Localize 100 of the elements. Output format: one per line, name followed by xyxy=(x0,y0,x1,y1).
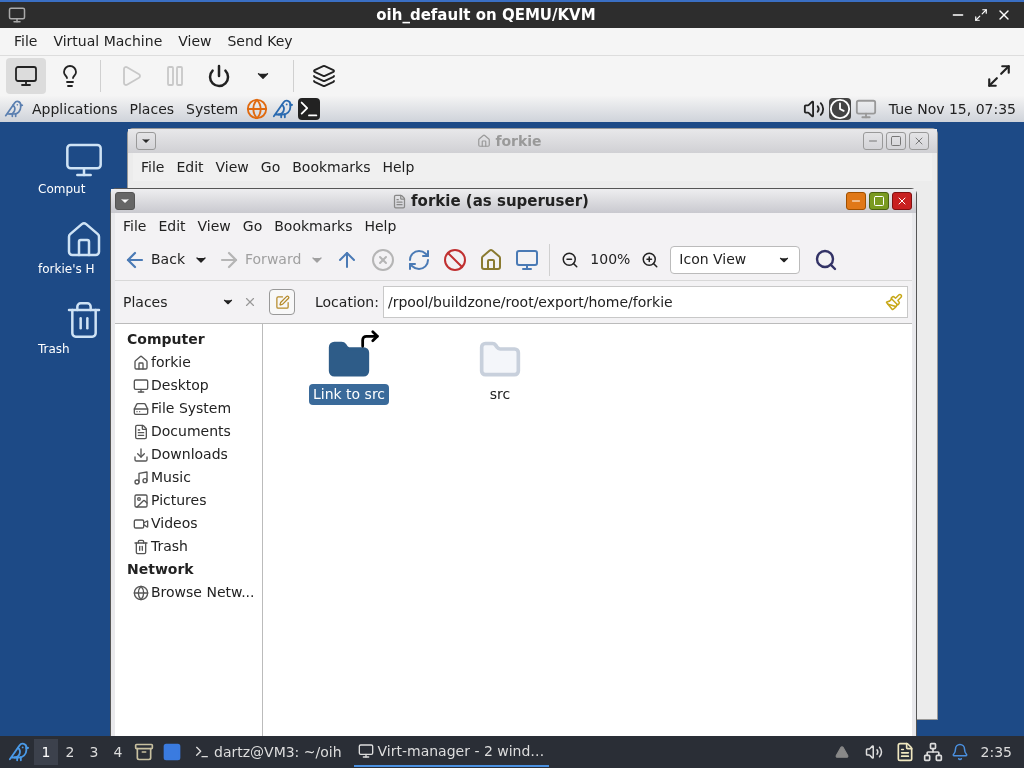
maximize-icon[interactable] xyxy=(974,8,988,22)
sidebar-item[interactable]: File System xyxy=(127,397,262,420)
distro-logo-icon[interactable] xyxy=(4,99,24,119)
back-button[interactable]: Back xyxy=(119,243,189,276)
x-circle-icon xyxy=(371,247,396,272)
volume-icon[interactable] xyxy=(802,98,825,120)
sidebar-heading: Network xyxy=(127,560,195,579)
drive-icon xyxy=(133,400,149,417)
sidebar-item[interactable]: Browse Netw... xyxy=(127,581,262,604)
home-icon xyxy=(477,134,492,148)
zoom-level: 100% xyxy=(589,250,632,269)
sidebar-item[interactable]: Trash xyxy=(127,535,262,558)
trash-icon xyxy=(133,538,149,555)
maximize-icon xyxy=(890,135,902,147)
file-manager-icon[interactable] xyxy=(134,742,154,762)
maximize-icon xyxy=(873,195,885,207)
sidebar-mode-dropdown[interactable]: Places xyxy=(123,291,243,313)
location-label: Location: xyxy=(315,292,379,312)
sidebar-item[interactable]: Music xyxy=(127,466,262,489)
power-icon xyxy=(207,64,231,88)
workspace-button[interactable]: 4 xyxy=(106,739,130,765)
menu-item[interactable]: Go xyxy=(238,215,267,237)
menu-item[interactable]: Bookmarks xyxy=(270,215,357,237)
terminal-icon[interactable] xyxy=(298,98,321,120)
menu-item[interactable]: File xyxy=(8,31,44,52)
menu-item[interactable]: Bookmarks xyxy=(288,156,375,178)
close-sidebar-icon[interactable] xyxy=(243,295,257,309)
document-icon xyxy=(392,193,408,209)
app-icon xyxy=(8,6,26,24)
menu-item[interactable]: File xyxy=(137,156,169,178)
tray-expand-icon[interactable] xyxy=(834,745,849,759)
menu-item[interactable]: View xyxy=(193,215,235,237)
workspace-button[interactable]: 2 xyxy=(58,739,82,765)
music-icon xyxy=(133,469,149,486)
sidebar-item[interactable]: Desktop xyxy=(127,374,262,397)
minimize-button[interactable] xyxy=(846,192,866,210)
browser-icon[interactable] xyxy=(246,98,269,120)
documents-icon xyxy=(133,423,149,440)
sidebar-item[interactable]: Downloads xyxy=(127,443,262,466)
sidebar-item[interactable]: forkie xyxy=(127,351,262,374)
fullscreen-icon[interactable] xyxy=(986,63,1012,89)
sidebar-item[interactable]: Documents xyxy=(127,420,262,443)
window-title: oih_default on QEMU/KVM xyxy=(375,4,597,26)
desktop-icon-label[interactable]: Comput xyxy=(38,180,86,198)
menu-item[interactable]: View xyxy=(172,31,218,52)
zoom-out-icon xyxy=(561,250,580,269)
menu-item[interactable]: Send Key xyxy=(221,31,299,52)
menu-item[interactable]: Edit xyxy=(154,215,190,237)
desktop-icon-label[interactable]: forkie's H xyxy=(38,260,95,278)
task-button[interactable]: Virt-manager - 2 wind… xyxy=(353,737,549,767)
sidebar-item[interactable]: Pictures xyxy=(127,489,262,512)
network-icon xyxy=(133,584,149,601)
location-toggle-button[interactable] xyxy=(269,289,295,315)
mail-client-icon[interactable] xyxy=(272,98,295,120)
taskbar-clock[interactable]: 2:35 xyxy=(980,741,1012,763)
volume-icon[interactable] xyxy=(864,743,883,761)
workspace-button[interactable]: 3 xyxy=(82,739,106,765)
task-button[interactable]: dartz@VM3: ~/oih xyxy=(190,737,346,767)
folder[interactable]: src xyxy=(462,332,538,405)
folder-shortcut[interactable]: Link to src xyxy=(311,332,387,405)
panel-clock[interactable]: Tue Nov 15, 07:35 xyxy=(888,98,1016,120)
downloads-icon xyxy=(133,446,149,463)
window-menu-button[interactable] xyxy=(136,132,156,150)
pictures-icon xyxy=(133,492,149,509)
no-entry-icon xyxy=(443,247,468,272)
close-button[interactable] xyxy=(892,192,912,210)
notification-icon[interactable] xyxy=(950,743,969,761)
pencil-icon xyxy=(274,294,290,310)
close-icon xyxy=(896,195,908,207)
maximize-button[interactable] xyxy=(869,192,889,210)
menu-item[interactable]: Go xyxy=(256,156,285,178)
view-mode-dropdown[interactable]: Icon View xyxy=(670,245,801,274)
menu-item[interactable]: Edit xyxy=(172,156,208,178)
menu-item[interactable]: Help xyxy=(360,215,401,237)
link-arrow-icon xyxy=(359,328,381,350)
zoom-in-icon xyxy=(641,250,660,269)
desktop-icon-label[interactable]: Trash xyxy=(38,340,70,358)
clock-icon[interactable] xyxy=(828,98,851,120)
start-menu-icon[interactable] xyxy=(8,741,30,763)
window-menu-button[interactable] xyxy=(115,192,135,210)
window-icon[interactable] xyxy=(162,742,182,762)
workspace-button[interactable]: 1 xyxy=(34,739,58,765)
menu-item[interactable]: View xyxy=(211,156,253,178)
menu-item[interactable]: Help xyxy=(378,156,419,178)
maximize-button[interactable] xyxy=(886,132,906,150)
monitor-icon xyxy=(357,743,374,759)
console-button[interactable] xyxy=(6,58,46,94)
sidebar-heading: Computer xyxy=(127,330,206,349)
location-field[interactable]: /rpool/buildzone/root/export/home/forkie xyxy=(382,286,908,318)
panel-menu[interactable]: Places xyxy=(125,98,179,120)
menu-item[interactable]: Virtual Machine xyxy=(47,31,169,52)
home-icon xyxy=(479,247,504,272)
panel-menu[interactable]: System xyxy=(182,98,243,120)
window-title: forkie (as superuser) xyxy=(411,190,589,212)
panel-menu[interactable]: Applications xyxy=(28,98,122,120)
close-icon xyxy=(913,135,925,147)
sidebar-item[interactable]: Videos xyxy=(127,512,262,535)
network-icon[interactable] xyxy=(922,742,943,762)
desktop-icon xyxy=(133,377,149,394)
menu-item[interactable]: File xyxy=(119,215,151,237)
